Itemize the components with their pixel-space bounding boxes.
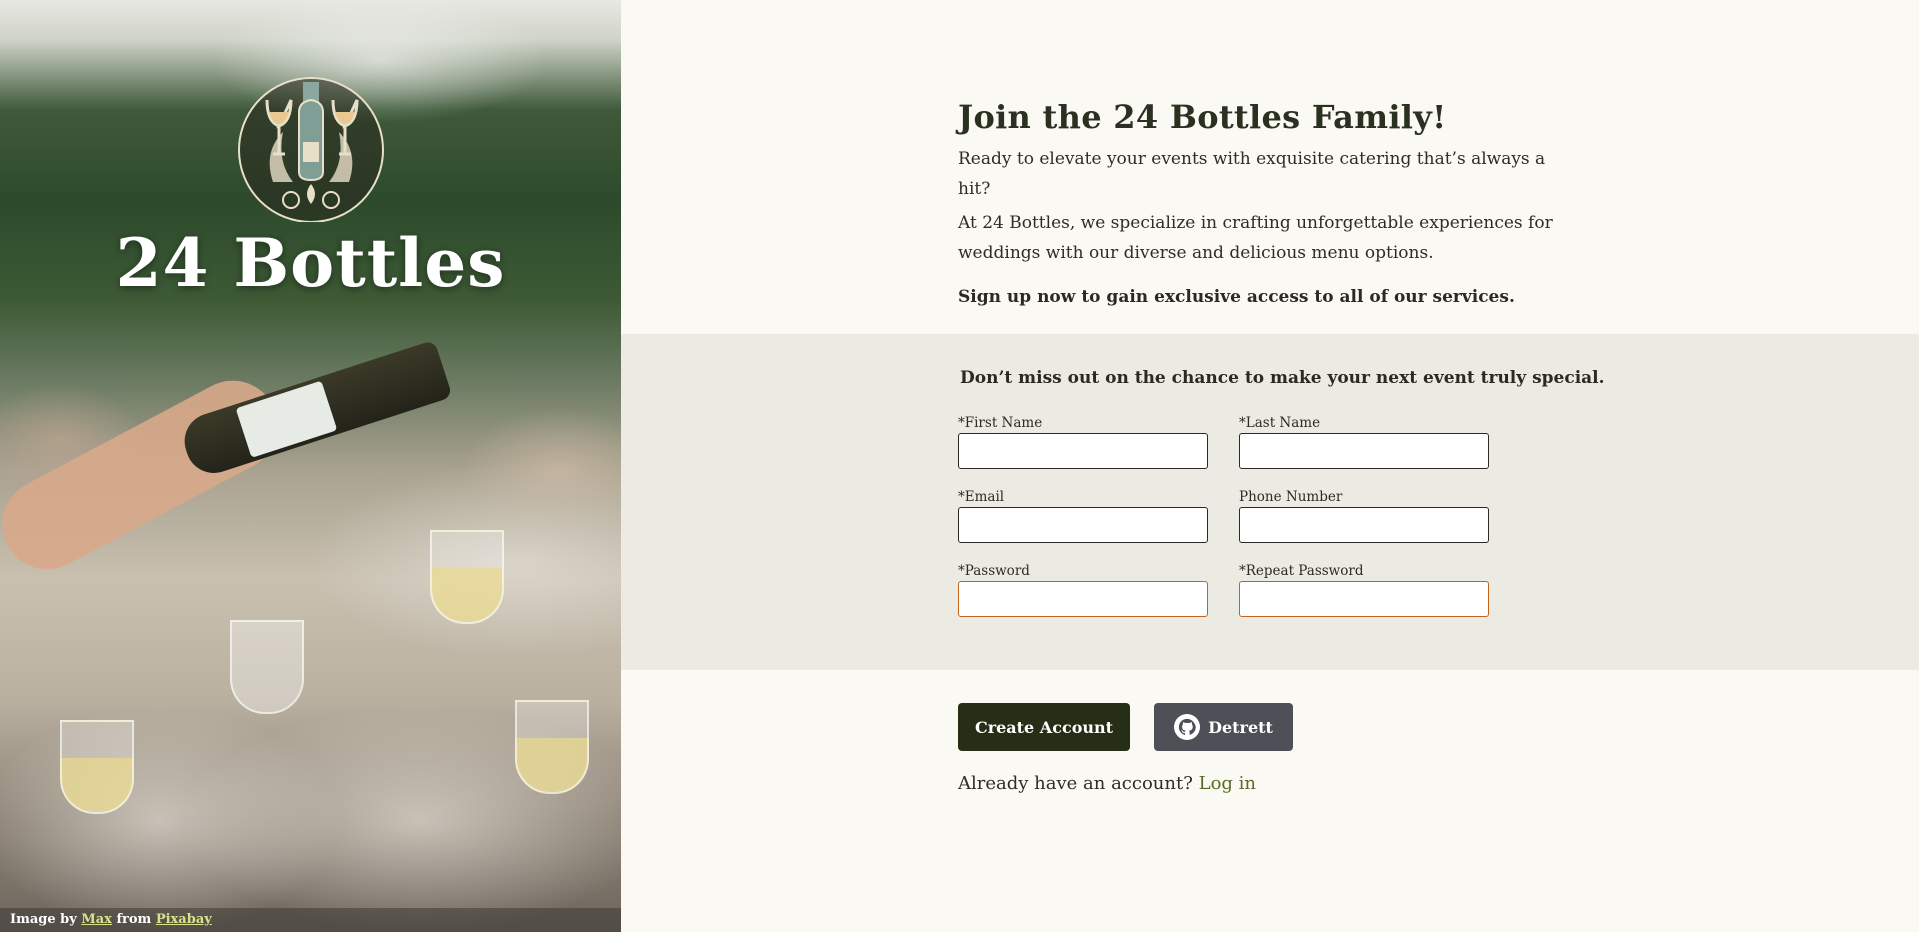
first-name-input[interactable] — [958, 433, 1208, 469]
login-prompt-text: Already have an account? — [958, 773, 1193, 794]
email-label: *Email — [958, 489, 1005, 505]
intro-cta: Sign up now to gain exclusive access to … — [958, 287, 1515, 307]
phone-input[interactable] — [1239, 507, 1489, 543]
bottles-emblem-icon — [237, 77, 384, 223]
brand-logo: 24 Bottles — [0, 72, 621, 296]
github-icon — [1174, 714, 1201, 740]
last-name-group: *Last Name — [1239, 415, 1489, 469]
form-tagline: Don’t miss out on the chance to make you… — [960, 368, 1605, 388]
intro-line-2: At 24 Bottles, we specialize in crafting… — [958, 213, 1553, 263]
repeat-password-input[interactable] — [1239, 581, 1489, 617]
page-title: Join the 24 Bottles Family! — [958, 98, 1447, 136]
wine-glass — [230, 620, 304, 714]
first-name-group: *First Name — [958, 415, 1208, 469]
image-credit: Image by Max from Pixabay — [0, 908, 621, 932]
github-signup-button[interactable]: Detrett — [1154, 703, 1293, 751]
last-name-label: *Last Name — [1239, 415, 1321, 431]
intro-line-1: Ready to elevate your events with exquis… — [958, 149, 1546, 199]
create-account-button[interactable]: Create Account — [958, 703, 1130, 751]
last-name-input[interactable] — [1239, 433, 1489, 469]
email-group: *Email — [958, 489, 1208, 543]
login-prompt: Already have an account? Log in — [958, 773, 1256, 794]
repeat-password-group: *Repeat Password — [1239, 563, 1489, 617]
credit-source-link[interactable]: Pixabay — [156, 912, 212, 927]
first-name-label: *First Name — [958, 415, 1043, 431]
intro-section: Join the 24 Bottles Family! Ready to ele… — [958, 98, 1578, 312]
password-input[interactable] — [958, 581, 1208, 617]
password-label: *Password — [958, 563, 1030, 579]
credit-prefix: Image by — [10, 912, 77, 927]
login-link[interactable]: Log in — [1199, 773, 1256, 794]
hero-image-panel: 24 Bottles Image by Max from Pixabay — [0, 0, 621, 932]
email-input[interactable] — [958, 507, 1208, 543]
signup-panel: Join the 24 Bottles Family! Ready to ele… — [621, 0, 1919, 932]
github-button-label: Detrett — [1208, 717, 1273, 737]
repeat-password-label: *Repeat Password — [1239, 563, 1364, 579]
wine-glass — [60, 720, 134, 814]
credit-author-link[interactable]: Max — [81, 912, 112, 927]
phone-label: Phone Number — [1239, 489, 1343, 505]
wine-glass — [430, 530, 504, 624]
wine-glass — [515, 700, 589, 794]
phone-group: Phone Number — [1239, 489, 1489, 543]
credit-middle: from — [116, 912, 152, 927]
password-group: *Password — [958, 563, 1208, 617]
signup-form: Don’t miss out on the chance to make you… — [621, 334, 1919, 670]
brand-name: 24 Bottles — [115, 224, 506, 302]
